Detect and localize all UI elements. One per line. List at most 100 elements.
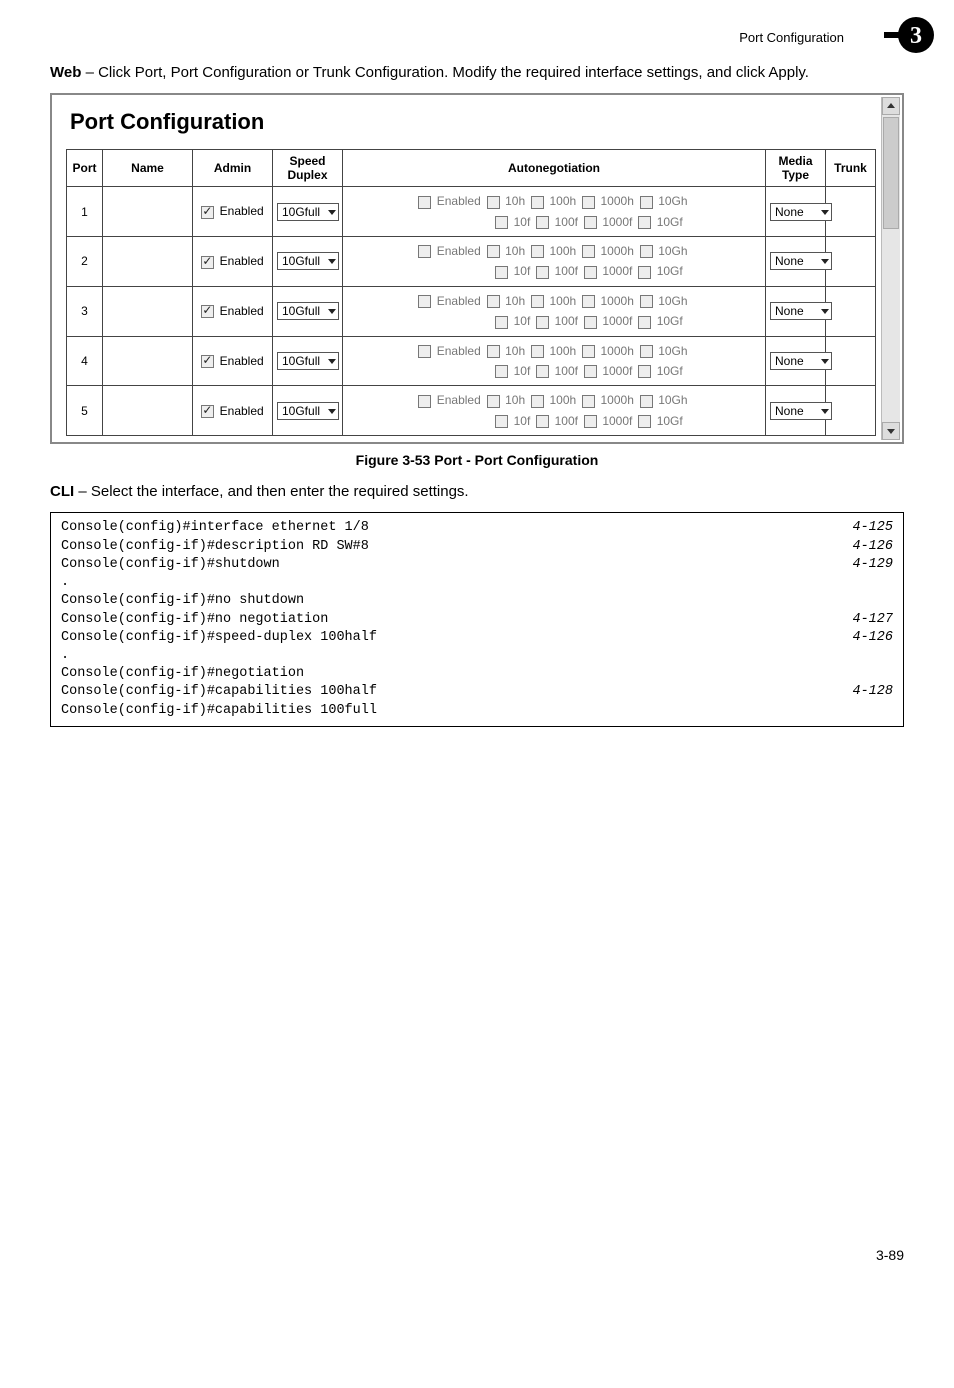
page-number: 3-89: [50, 1247, 904, 1263]
cell-name: [103, 237, 193, 287]
autoneg-checkbox[interactable]: [582, 245, 595, 258]
cell-name: [103, 336, 193, 386]
admin-enabled-checkbox[interactable]: [201, 256, 214, 269]
cli-command: Console(config-if)#negotiation: [61, 665, 304, 683]
autoneg-checkbox[interactable]: [531, 395, 544, 408]
autoneg-option-label: 100f: [551, 414, 578, 428]
autoneg-checkbox[interactable]: [418, 196, 431, 209]
cli-line: Console(config-if)#no shutdown: [61, 592, 893, 610]
autoneg-checkbox[interactable]: [582, 196, 595, 209]
autoneg-checkbox[interactable]: [531, 245, 544, 258]
port-config-panel: Port Configuration Port Name Admin Speed…: [50, 93, 904, 444]
autoneg-checkbox[interactable]: [495, 415, 508, 428]
autoneg-option-label: 1000h: [597, 244, 634, 258]
scrollbar[interactable]: [881, 97, 900, 440]
media-type-select[interactable]: None: [770, 252, 832, 270]
autoneg-checkbox[interactable]: [495, 266, 508, 279]
media-type-select[interactable]: None: [770, 203, 832, 221]
autoneg-checkbox[interactable]: [640, 196, 653, 209]
speed-duplex-select[interactable]: 10Gfull: [277, 203, 339, 221]
cli-page-ref: 4-125: [832, 519, 893, 537]
cli-command: .: [61, 647, 69, 665]
autoneg-checkbox[interactable]: [640, 395, 653, 408]
autoneg-checkbox[interactable]: [531, 295, 544, 308]
autoneg-checkbox[interactable]: [584, 216, 597, 229]
autoneg-checkbox[interactable]: [536, 266, 549, 279]
admin-enabled-checkbox[interactable]: [201, 305, 214, 318]
autoneg-checkbox[interactable]: [487, 196, 500, 209]
autoneg-checkbox[interactable]: [582, 345, 595, 358]
cell-port: 4: [67, 336, 103, 386]
cell-autoneg: Enabled 10h 100h 1000h 10Gh 10f 100f 100…: [343, 237, 766, 287]
autoneg-checkbox[interactable]: [531, 345, 544, 358]
cell-port: 1: [67, 187, 103, 237]
admin-enabled-checkbox[interactable]: [201, 405, 214, 418]
admin-enabled-checkbox[interactable]: [201, 206, 214, 219]
intro-paragraph: Web – Click Port, Port Configuration or …: [50, 63, 904, 83]
autoneg-checkbox[interactable]: [582, 395, 595, 408]
media-type-select[interactable]: None: [770, 302, 832, 320]
autoneg-checkbox[interactable]: [418, 245, 431, 258]
autoneg-checkbox[interactable]: [584, 266, 597, 279]
scroll-up-button[interactable]: [882, 97, 900, 115]
scroll-thumb[interactable]: [883, 117, 899, 229]
autoneg-checkbox[interactable]: [495, 216, 508, 229]
chapter-badge: 3: [884, 10, 934, 60]
autoneg-checkbox[interactable]: [638, 266, 651, 279]
autoneg-checkbox[interactable]: [531, 196, 544, 209]
autoneg-checkbox[interactable]: [638, 365, 651, 378]
admin-enabled-checkbox[interactable]: [201, 355, 214, 368]
autoneg-checkbox[interactable]: [640, 345, 653, 358]
cell-trunk: [826, 336, 876, 386]
autoneg-checkbox[interactable]: [418, 395, 431, 408]
autoneg-checkbox[interactable]: [640, 245, 653, 258]
autoneg-option-label: 1000f: [599, 215, 632, 229]
autoneg-checkbox[interactable]: [640, 295, 653, 308]
speed-duplex-select[interactable]: 10Gfull: [277, 352, 339, 370]
cli-line: Console(config-if)#capabilities 100full: [61, 702, 893, 720]
autoneg-option-label: 10Gf: [653, 414, 682, 428]
cell-trunk: [826, 286, 876, 336]
autoneg-checkbox[interactable]: [582, 295, 595, 308]
cli-command: Console(config-if)#shutdown: [61, 556, 280, 574]
autoneg-checkbox[interactable]: [536, 415, 549, 428]
media-type-select[interactable]: None: [770, 352, 832, 370]
autoneg-option-label: 10Gh: [655, 194, 688, 208]
autoneg-checkbox[interactable]: [487, 295, 500, 308]
media-type-select[interactable]: None: [770, 402, 832, 420]
autoneg-checkbox[interactable]: [536, 365, 549, 378]
autoneg-checkbox[interactable]: [536, 216, 549, 229]
autoneg-checkbox[interactable]: [487, 345, 500, 358]
cell-media: None: [766, 336, 826, 386]
autoneg-checkbox[interactable]: [584, 316, 597, 329]
autoneg-checkbox[interactable]: [487, 395, 500, 408]
autoneg-checkbox[interactable]: [536, 316, 549, 329]
speed-duplex-select[interactable]: 10Gfull: [277, 252, 339, 270]
autoneg-option-label: 1000f: [599, 414, 632, 428]
autoneg-checkbox[interactable]: [495, 365, 508, 378]
speed-duplex-select[interactable]: 10Gfull: [277, 302, 339, 320]
cli-command: Console(config-if)#capabilities 100full: [61, 702, 377, 720]
autoneg-option-label: 10h: [502, 194, 525, 208]
scroll-down-button[interactable]: [882, 422, 900, 440]
speed-duplex-select[interactable]: 10Gfull: [277, 402, 339, 420]
autoneg-checkbox[interactable]: [418, 345, 431, 358]
cell-port: 2: [67, 237, 103, 287]
autoneg-option-label: 1000h: [597, 294, 634, 308]
autoneg-checkbox[interactable]: [638, 316, 651, 329]
autoneg-checkbox[interactable]: [584, 415, 597, 428]
autoneg-option-label: 10h: [502, 393, 525, 407]
autoneg-checkbox[interactable]: [638, 415, 651, 428]
autoneg-checkbox[interactable]: [495, 316, 508, 329]
cell-autoneg: Enabled 10h 100h 1000h 10Gh 10f 100f 100…: [343, 286, 766, 336]
cli-line: Console(config-if)#description RD SW#84-…: [61, 538, 893, 556]
cli-intro-rest: – Select the interface, and then enter t…: [74, 483, 468, 500]
autoneg-checkbox[interactable]: [418, 295, 431, 308]
cli-page-ref: [873, 574, 893, 592]
autoneg-option-label: 10Gh: [655, 244, 688, 258]
autoneg-option-label: 10h: [502, 244, 525, 258]
autoneg-checkbox[interactable]: [487, 245, 500, 258]
th-name: Name: [103, 150, 193, 187]
autoneg-checkbox[interactable]: [638, 216, 651, 229]
autoneg-checkbox[interactable]: [584, 365, 597, 378]
